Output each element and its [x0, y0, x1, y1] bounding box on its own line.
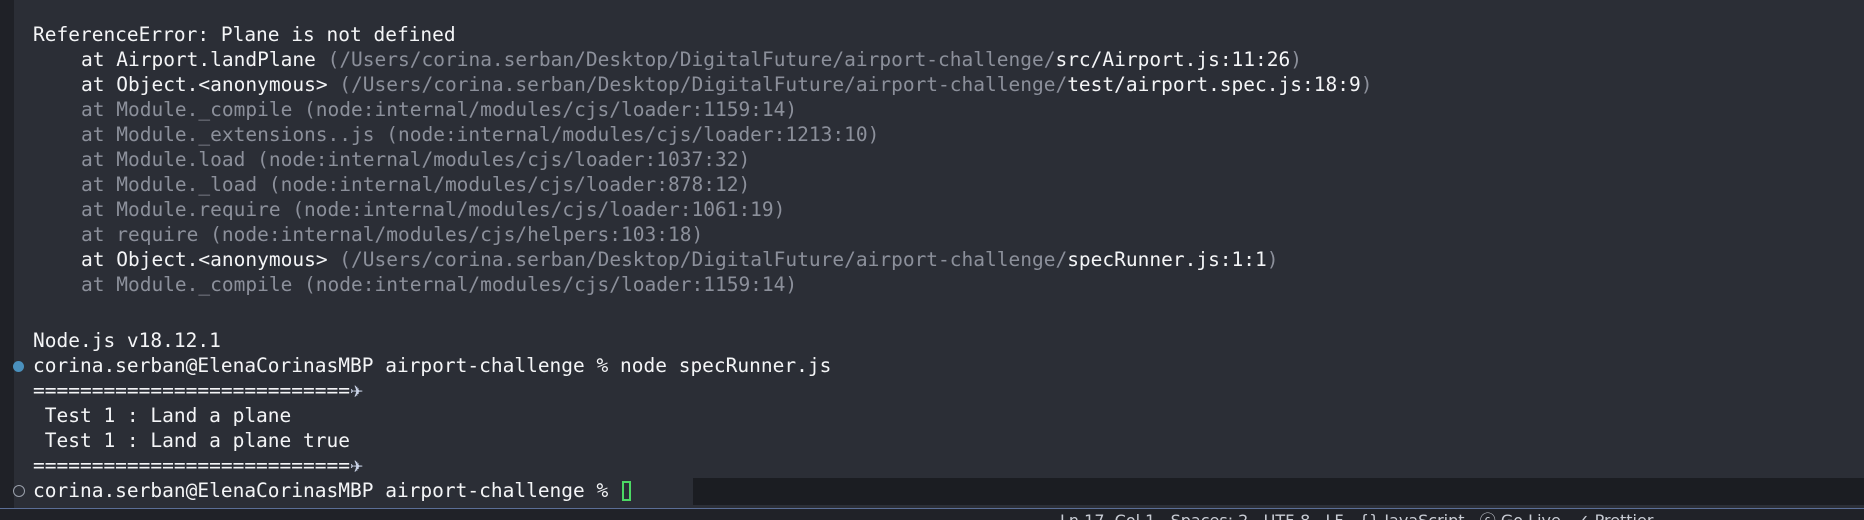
stack-line-3: at Module._compile (node:internal/module… [81, 98, 798, 121]
airplane-icon: ✈ [349, 382, 364, 401]
output-line-1: Test 1 : Land a plane [33, 404, 292, 427]
stack-line-1: at Airport.landPlane (/Users/corina.serb… [81, 48, 1303, 71]
status-bar: Ln 17, Col 1 Spaces: 2 UTF-8 LF {} JavaS… [0, 509, 1864, 520]
terminal-input-row[interactable] [693, 478, 1864, 505]
prompt: corina.serban@ElenaCorinasMBP airport-ch… [33, 479, 620, 502]
command: node specRunner.js [620, 354, 832, 377]
stack-line-2: at Object.<anonymous> (/Users/corina.ser… [81, 73, 1373, 96]
stack-line-9: at Object.<anonymous> (/Users/corina.ser… [81, 248, 1279, 271]
airplane-icon: ✈ [349, 457, 364, 476]
terminal-cursor [622, 481, 631, 501]
command-success-marker[interactable] [13, 361, 24, 372]
output-line-2: Test 1 : Land a plane true [33, 429, 350, 452]
stack-line-4: at Module._extensions..js (node:internal… [81, 123, 880, 146]
stack-line-10: at Module._compile (node:internal/module… [81, 273, 798, 296]
stack-line-8: at require (node:internal/modules/cjs/he… [81, 223, 704, 246]
error-message: ReferenceError: Plane is not defined [33, 23, 456, 46]
stack-line-7: at Module.require (node:internal/modules… [81, 198, 786, 221]
terminal-panel[interactable]: ReferenceError: Plane is not defined at … [0, 0, 1864, 508]
separator-top: ===========================✈ [33, 379, 364, 402]
final-prompt-line[interactable]: corina.serban@ElenaCorinasMBP airport-ch… [33, 478, 631, 503]
separator-bottom: ===========================✈ [33, 454, 364, 477]
prompt: corina.serban@ElenaCorinasMBP airport-ch… [33, 354, 620, 377]
command-line: corina.serban@ElenaCorinasMBP airport-ch… [33, 353, 831, 378]
stack-line-5: at Module.load (node:internal/modules/cj… [81, 148, 751, 171]
status-bar-items[interactable]: Ln 17, Col 1 Spaces: 2 UTF-8 LF {} JavaS… [1060, 511, 1653, 520]
command-pending-marker[interactable] [13, 485, 25, 497]
node-version: Node.js v18.12.1 [33, 329, 221, 352]
stack-line-6: at Module._load (node:internal/modules/c… [81, 173, 751, 196]
